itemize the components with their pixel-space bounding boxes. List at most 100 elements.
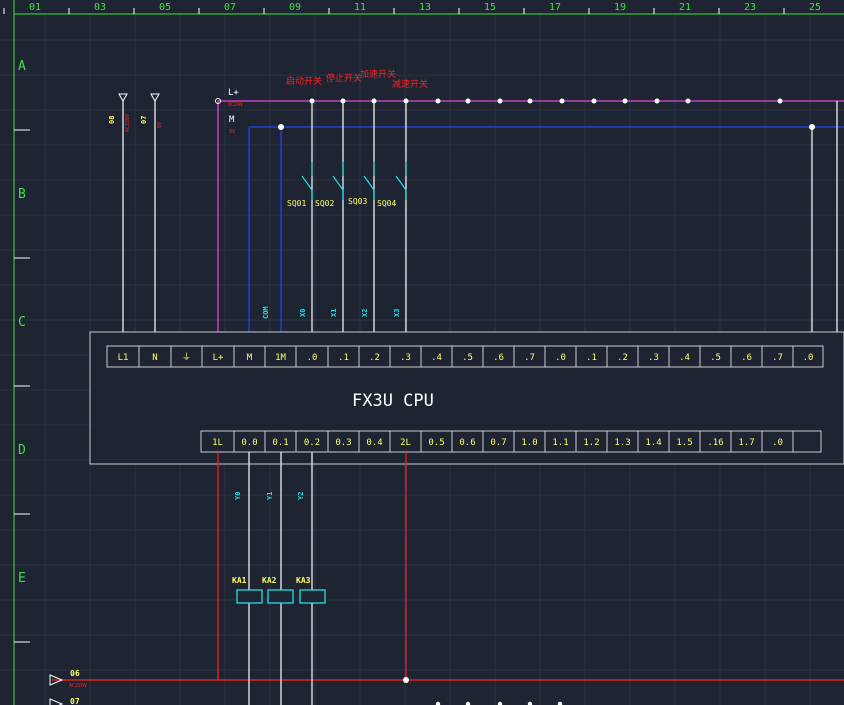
cpu-top-terminal[interactable]: .1 bbox=[586, 353, 597, 363]
cpu-top-terminal[interactable]: .1 bbox=[338, 353, 349, 363]
cpu-bottom-terminal[interactable]: 1.4 bbox=[645, 438, 661, 448]
m-note: 0V bbox=[229, 129, 235, 135]
cpu-top-terminal[interactable]: .4 bbox=[679, 353, 690, 363]
cpu-bottom-terminal[interactable]: 0.4 bbox=[366, 438, 382, 448]
cpu-top-terminal[interactable]: .0 bbox=[555, 353, 566, 363]
red-rail-junction bbox=[403, 677, 409, 683]
cpu-bottom-terminal[interactable]: 1.3 bbox=[614, 438, 630, 448]
cpu-top-terminal[interactable]: .3 bbox=[648, 353, 659, 363]
switch-sq03[interactable]: SQ03 bbox=[348, 197, 367, 206]
switch-sq04[interactable]: SQ04 bbox=[377, 199, 396, 208]
right-feeders bbox=[811, 101, 838, 347]
terminal-06-note: AC220V bbox=[69, 683, 87, 689]
cpu-bottom-terminal[interactable]: 0.1 bbox=[272, 438, 288, 448]
cpu-bottom-terminal[interactable]: 0.7 bbox=[490, 438, 506, 448]
cpu-top-terminal[interactable]: .5 bbox=[462, 353, 473, 363]
cpu-bottom-terminal[interactable]: 1.2 bbox=[583, 438, 599, 448]
cpu-bottom-terminal[interactable]: 1L bbox=[212, 438, 223, 448]
cpu-top-terminal[interactable]: .5 bbox=[710, 353, 721, 363]
cpu-bottom-terminal[interactable]: 1.1 bbox=[552, 438, 568, 448]
ruler-col-05: 05 bbox=[159, 2, 171, 13]
input-tag-x3: X3 bbox=[393, 309, 401, 317]
lplus-rail-dot bbox=[465, 98, 471, 104]
output-wiring: Y0 Y1 Y2 KA1 KA2 KA3 bbox=[52, 452, 844, 705]
cpu-bottom-terminal[interactable]: 0.0 bbox=[241, 438, 257, 448]
row-label-d: D bbox=[18, 443, 26, 458]
row-label-c: C bbox=[18, 315, 26, 330]
ruler-col-17: 17 bbox=[549, 2, 561, 13]
m-label: M bbox=[229, 115, 235, 125]
input-tags: COM X0 X1 X2 X3 bbox=[262, 306, 401, 319]
ruler-col-07: 07 bbox=[224, 2, 236, 13]
cpu-top-terminal[interactable]: .6 bbox=[741, 353, 752, 363]
output-tag-y2: Y2 bbox=[297, 492, 305, 500]
cpu-top-terminal[interactable]: .4 bbox=[431, 353, 442, 363]
switch-sq01[interactable]: SQ01 bbox=[287, 199, 306, 208]
terminal-06-label: 06 bbox=[70, 669, 80, 678]
relay-coil-ka1[interactable] bbox=[236, 589, 263, 604]
ruler-col-11: 11 bbox=[354, 2, 366, 13]
switch-sq02-contact bbox=[332, 162, 344, 200]
bottom-terminals: 06 AC220V 07 bbox=[49, 669, 563, 705]
cpu-top-terminal[interactable]: .0 bbox=[307, 353, 318, 363]
row-label-e: E bbox=[18, 571, 26, 586]
cpu-top-terminal[interactable]: .2 bbox=[369, 353, 380, 363]
switch-sq01-contact bbox=[301, 162, 313, 200]
ruler-col-23: 23 bbox=[744, 2, 756, 13]
cpu-top-terminal[interactable]: .7 bbox=[524, 353, 535, 363]
plc-cpu[interactable]: FX3U CPU L1 N ⏚ L+ M 1M .0 .1 .2 .3 .4 .5 .6 .7 .0 .1 .2… bbox=[89, 331, 844, 465]
output-tag-y1: Y1 bbox=[266, 492, 274, 500]
cpu-bottom-terminal[interactable]: 2L bbox=[400, 438, 411, 448]
input-tag-x2: X2 bbox=[361, 309, 369, 317]
cpu-top-terminal[interactable]: .2 bbox=[617, 353, 628, 363]
switch-title-4: 减速开关 bbox=[392, 78, 428, 90]
switch-title-2: 停止开关 bbox=[326, 72, 362, 84]
cpu-top-terminal[interactable]: N bbox=[152, 353, 157, 363]
relay-coil-ka3[interactable] bbox=[299, 589, 326, 604]
cpu-bottom-terminal[interactable]: 1.7 bbox=[738, 438, 754, 448]
cpu-bottom-terminal[interactable]: .0 bbox=[772, 438, 783, 448]
relay-label-ka2: KA2 bbox=[262, 576, 277, 585]
relay-label-ka3: KA3 bbox=[296, 576, 311, 585]
lplus-label: L+ bbox=[228, 88, 239, 98]
terminal-08-note: AC220V bbox=[125, 114, 131, 132]
lplus-rail-dot bbox=[685, 98, 691, 104]
cpu-bottom-terminal[interactable]: 0.2 bbox=[304, 438, 320, 448]
lplus-note: DC24V bbox=[228, 102, 243, 108]
ruler-col-19: 19 bbox=[614, 2, 626, 13]
input-tag-x0: X0 bbox=[299, 309, 307, 317]
ruler-col-21: 21 bbox=[679, 2, 691, 13]
cpu-top-terminal[interactable]: M bbox=[247, 353, 253, 363]
switch-title-3: 加速开关 bbox=[360, 68, 396, 80]
cpu-top-terminal[interactable]: .3 bbox=[400, 353, 411, 363]
relay-coil-ka2[interactable] bbox=[267, 589, 294, 604]
cpu-top-terminal[interactable]: .0 bbox=[803, 353, 814, 363]
lplus-rail-dot bbox=[622, 98, 628, 104]
cpu-top-terminal[interactable]: .7 bbox=[772, 353, 783, 363]
cpu-bottom-terminal[interactable]: 0.5 bbox=[428, 438, 444, 448]
cpu-bottom-terminal[interactable]: 1.5 bbox=[676, 438, 692, 448]
cpu-bottom-terminal[interactable]: 1.0 bbox=[521, 438, 537, 448]
row-label-a: A bbox=[18, 59, 26, 74]
cpu-top-terminal[interactable]: .6 bbox=[493, 353, 504, 363]
m-rail[interactable] bbox=[248, 126, 844, 347]
cpu-top-terminal[interactable]: L1 bbox=[118, 353, 129, 363]
ruler-col-01: 01 bbox=[29, 2, 41, 13]
cpu-bottom-terminal[interactable]: .16 bbox=[707, 438, 723, 448]
cpu-top-terminal[interactable]: 1M bbox=[275, 353, 286, 363]
terminal-arrow-08 bbox=[118, 93, 128, 103]
cpu-bottom-terminal[interactable]: 0.3 bbox=[335, 438, 351, 448]
ruler-col-13: 13 bbox=[419, 2, 431, 13]
cpu-top-terminal[interactable]: L+ bbox=[213, 353, 224, 363]
terminal-arrow-07 bbox=[150, 93, 160, 103]
cpu-top-terminal[interactable]: ⏚ bbox=[182, 352, 191, 363]
terminal-07-label: 07 bbox=[140, 116, 148, 124]
cpu-bottom-terminal[interactable]: 0.6 bbox=[459, 438, 475, 448]
lplus-rail-dot bbox=[654, 98, 660, 104]
lplus-rail-dot bbox=[591, 98, 597, 104]
switch-sq02[interactable]: SQ02 bbox=[315, 199, 334, 208]
ruler-col-03: 03 bbox=[94, 2, 106, 13]
cpu-title: FX3U CPU bbox=[352, 391, 434, 411]
lplus-rail-dot bbox=[559, 98, 565, 104]
row-label-b: B bbox=[18, 187, 26, 202]
